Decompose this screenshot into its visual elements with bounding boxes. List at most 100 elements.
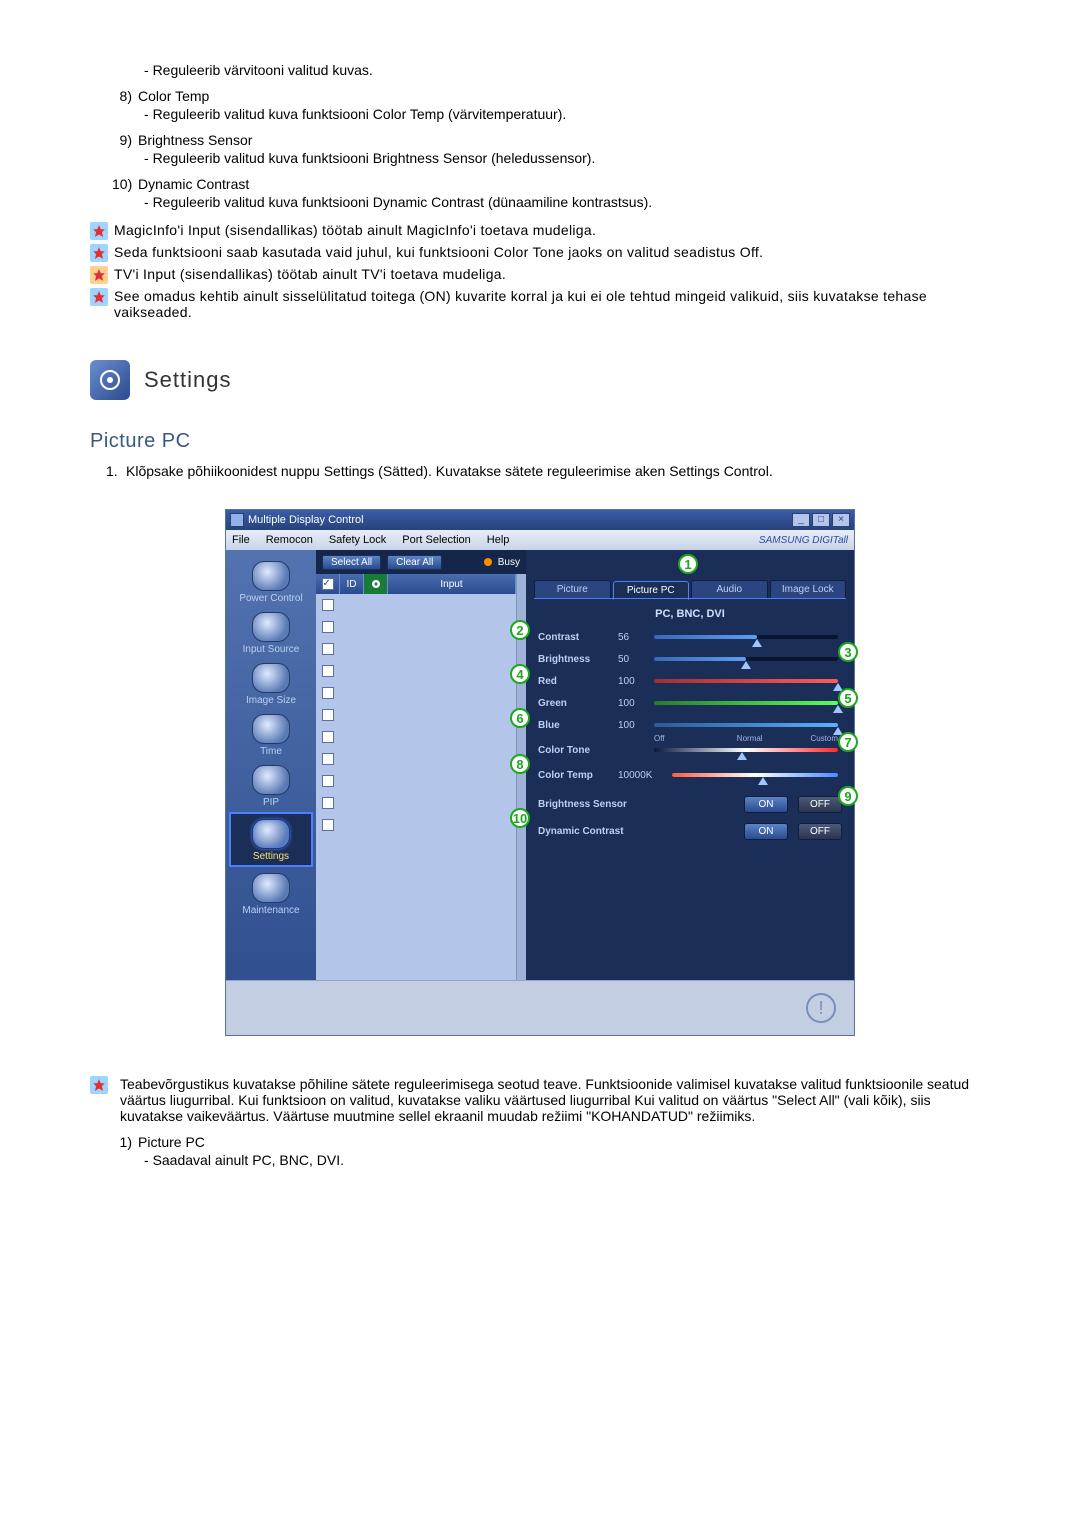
brightness-sensor-off-button[interactable]: OFF xyxy=(798,796,842,813)
list-row[interactable] xyxy=(316,704,516,726)
row-checkbox[interactable] xyxy=(322,687,334,699)
col-status[interactable] xyxy=(364,574,388,594)
dynamic-contrast-on-button[interactable]: ON xyxy=(744,823,788,840)
list-row[interactable] xyxy=(316,638,516,660)
footnote: Seda funktsiooni saab kasutada vaid juhu… xyxy=(90,244,990,262)
bottom-items: 1) Picture PC Saadaval ainult PC, BNC, D… xyxy=(112,1134,990,1176)
app-screenshot: Multiple Display Control _ □ × File Remo… xyxy=(90,509,990,1036)
app-window: Multiple Display Control _ □ × File Remo… xyxy=(225,509,855,1036)
callout-5: 5 xyxy=(838,688,858,708)
menu-safety-lock[interactable]: Safety Lock xyxy=(329,534,386,546)
settings-icon xyxy=(252,819,290,849)
slider-contrast[interactable]: Contrast 56 xyxy=(538,626,838,648)
row-checkbox[interactable] xyxy=(322,599,334,611)
minimize-button[interactable]: _ xyxy=(792,513,810,527)
panel-subtitle: PC, BNC, DVI xyxy=(526,608,854,620)
list-rows xyxy=(316,594,516,980)
list-row[interactable] xyxy=(316,660,516,682)
sidebar-item-image-size[interactable]: Image Size xyxy=(226,658,316,709)
image-size-icon xyxy=(252,663,290,693)
app-icon xyxy=(230,513,244,527)
tab-picture[interactable]: Picture xyxy=(534,580,611,599)
row-checkbox[interactable] xyxy=(322,731,334,743)
star-icon xyxy=(90,1076,108,1094)
row-checkbox[interactable] xyxy=(322,753,334,765)
section-heading: Settings xyxy=(90,360,990,400)
list-row[interactable] xyxy=(316,770,516,792)
settings-cube-icon xyxy=(90,360,130,400)
menu-remocon[interactable]: Remocon xyxy=(266,534,313,546)
dynamic-contrast-off-button[interactable]: OFF xyxy=(798,823,842,840)
tab-image-lock[interactable]: Image Lock xyxy=(770,580,847,599)
col-id[interactable]: ID xyxy=(340,574,364,594)
callout-8: 8 xyxy=(510,754,530,774)
sidebar-item-input-source[interactable]: Input Source xyxy=(226,607,316,658)
slider-green[interactable]: Green 100 xyxy=(538,692,838,714)
item-desc: Reguleerib valitud kuva funktsiooni Colo… xyxy=(138,106,990,122)
list-row[interactable] xyxy=(316,792,516,814)
col-checkbox[interactable] xyxy=(316,574,340,594)
intro-step: 1. Klõpsake põhiikoonidest nuppu Setting… xyxy=(106,463,990,479)
input-icon xyxy=(252,612,290,642)
info-icon: ! xyxy=(806,993,836,1023)
list-row[interactable] xyxy=(316,726,516,748)
menu-help[interactable]: Help xyxy=(487,534,510,546)
slider-brightness[interactable]: Brightness 50 xyxy=(538,648,838,670)
row-checkbox[interactable] xyxy=(322,797,334,809)
info-note-text: Teabevõrgustikus kuvatakse põhiline säte… xyxy=(114,1076,990,1124)
list-toolbar: Select All Clear All Busy xyxy=(316,550,526,574)
row-checkbox[interactable] xyxy=(322,709,334,721)
list-row[interactable] xyxy=(316,594,516,616)
busy-indicator-icon xyxy=(484,558,492,566)
info-note: Teabevõrgustikus kuvatakse põhiline säte… xyxy=(90,1076,990,1124)
clear-all-button[interactable]: Clear All xyxy=(387,555,442,570)
callout-1: 1 xyxy=(678,554,698,574)
menubar: File Remocon Safety Lock Port Selection … xyxy=(226,530,854,550)
select-all-button[interactable]: Select All xyxy=(322,555,381,570)
maximize-button[interactable]: □ xyxy=(812,513,830,527)
top-items: Reguleerib värvitooni valitud kuvas. 8) … xyxy=(112,60,990,218)
row-checkbox[interactable] xyxy=(322,621,334,633)
footnote: TV'i Input (sisendallikas) töötab ainult… xyxy=(90,266,990,284)
brightness-sensor-on-button[interactable]: ON xyxy=(744,796,788,813)
sidebar-item-maintenance[interactable]: Maintenance xyxy=(226,868,316,919)
sidebar-item-time[interactable]: Time xyxy=(226,709,316,760)
item: 1) Picture PC Saadaval ainult PC, BNC, D… xyxy=(112,1134,990,1176)
slider-color-tone[interactable]: Color Tone Off Normal Custom xyxy=(538,736,838,764)
slider-blue[interactable]: Blue 100 xyxy=(538,714,838,736)
checkbox-icon xyxy=(322,578,334,590)
list-row[interactable] xyxy=(316,748,516,770)
menu-file[interactable]: File xyxy=(232,534,250,546)
sidebar-item-settings[interactable]: Settings xyxy=(229,812,313,867)
settings-title: Settings xyxy=(144,367,232,393)
list-header: ID Input xyxy=(316,574,516,594)
subsection-title: Picture PC xyxy=(90,430,990,453)
list-row[interactable] xyxy=(316,682,516,704)
sidebar-item-pip[interactable]: PIP xyxy=(226,760,316,811)
item: 10) Dynamic Contrast Reguleerib valitud … xyxy=(112,176,990,218)
item-desc: Reguleerib valitud kuva funktsiooni Brig… xyxy=(138,150,990,166)
list-row[interactable] xyxy=(316,814,516,836)
col-input[interactable]: Input xyxy=(388,574,516,594)
row-checkbox[interactable] xyxy=(322,819,334,831)
row-checkbox[interactable] xyxy=(322,643,334,655)
star-icon xyxy=(90,288,108,306)
tab-audio[interactable]: Audio xyxy=(691,580,768,599)
slider-red[interactable]: Red 100 xyxy=(538,670,838,692)
row-checkbox[interactable] xyxy=(322,665,334,677)
list-row[interactable] xyxy=(316,616,516,638)
sidebar-item-power-control[interactable]: Power Control xyxy=(226,556,316,607)
item-desc: Saadaval ainult PC, BNC, DVI. xyxy=(138,1152,990,1168)
close-button[interactable]: × xyxy=(832,513,850,527)
power-icon xyxy=(252,561,290,591)
row-checkbox[interactable] xyxy=(322,775,334,787)
intro-steps: 1. Klõpsake põhiikoonidest nuppu Setting… xyxy=(90,463,990,479)
sidebar: Power Control Input Source Image Size Ti… xyxy=(226,550,316,980)
menu-port-selection[interactable]: Port Selection xyxy=(402,534,470,546)
slider-color-temp[interactable]: Color Temp 10000K xyxy=(538,764,838,786)
item-desc: Reguleerib värvitooni valitud kuvas. xyxy=(138,62,990,78)
callout-7: 7 xyxy=(838,732,858,752)
tabs: Picture Picture PC Audio Image Lock xyxy=(526,580,854,599)
callout-9: 9 xyxy=(838,786,858,806)
item-desc: Reguleerib valitud kuva funktsiooni Dyna… xyxy=(138,194,990,210)
